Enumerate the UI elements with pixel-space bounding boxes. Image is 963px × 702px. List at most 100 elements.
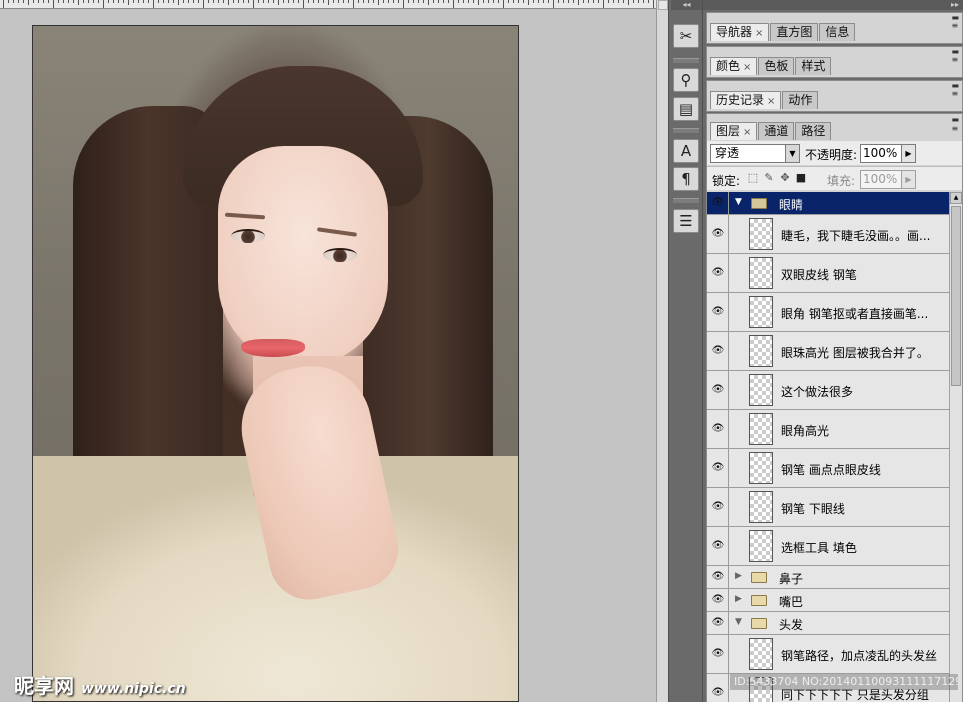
navigator-tab[interactable]: 直方图 [770, 23, 819, 41]
panel-menu-controls[interactable]: ▬ ≡ [951, 115, 959, 133]
canvas-vertical-scrollbar[interactable] [656, 0, 668, 702]
layer-thumbnail[interactable] [749, 638, 773, 670]
history-tab[interactable]: 历史记录 × [710, 91, 782, 109]
play-arrow-icon[interactable]: ▶ [901, 145, 915, 162]
visibility-eye-icon[interactable]: 👁 [707, 371, 729, 409]
fill-field[interactable]: 100% ▶ [860, 170, 916, 189]
navigator-tab[interactable]: 信息 [819, 23, 856, 41]
visibility-eye-icon[interactable]: 👁 [707, 635, 729, 673]
close-icon[interactable]: × [743, 127, 751, 138]
triangle-down-icon[interactable]: ▼ [735, 617, 742, 627]
visibility-eye-icon[interactable]: 👁 [707, 449, 729, 487]
layer-row[interactable]: 👁 眼角高光 [707, 410, 949, 449]
visibility-eye-icon[interactable]: 👁 [707, 589, 729, 611]
layer-row[interactable]: 👁 钢笔 下眼线 [707, 488, 949, 527]
layers-tab[interactable]: 通道 [758, 122, 795, 140]
navigator-tab[interactable]: 导航器 × [710, 23, 770, 41]
visibility-eye-icon[interactable]: 👁 [707, 332, 729, 370]
layers-scrollbar[interactable]: ▲ [949, 192, 962, 702]
triangle-right-icon[interactable]: ▶ [735, 594, 742, 604]
opacity-field[interactable]: 100% ▶ [860, 144, 916, 163]
layer-group-row[interactable]: 👁 ▶ 嘴巴 [707, 589, 949, 612]
ruler-tick [158, 0, 159, 3]
layer-row[interactable]: 👁 眼珠高光 图层被我合并了。 [707, 332, 949, 371]
layer-thumbnail[interactable] [749, 491, 773, 523]
artwork-eye-left [231, 229, 265, 243]
strip-collapse-grip[interactable]: ◂◂ [671, 0, 702, 10]
layer-comps-icon[interactable]: ☰ [673, 209, 699, 233]
clone-stamp-icon[interactable]: ⚲ [673, 68, 699, 92]
layer-name: 钢笔路径，加点凌乱的头发丝 [781, 649, 938, 663]
character-icon[interactable]: A [673, 139, 699, 163]
layer-thumbnail[interactable] [749, 218, 773, 250]
scroll-up-button[interactable]: ▲ [950, 192, 962, 204]
blend-mode-select[interactable]: 穿透 ▼ [710, 144, 800, 163]
ruler-tick [58, 0, 59, 3]
visibility-eye-icon[interactable]: 👁 [707, 612, 729, 634]
tool-presets-icon[interactable]: ▤ [673, 97, 699, 121]
color-tab[interactable]: 样式 [795, 57, 832, 75]
visibility-eye-icon[interactable]: 👁 [707, 674, 729, 702]
paragraph-icon[interactable]: ¶ [673, 167, 699, 191]
layer-row[interactable]: 👁 钢笔 画点点眼皮线 [707, 449, 949, 488]
panel-menu-controls[interactable]: ▬ ≡ [951, 82, 959, 98]
visibility-eye-icon[interactable]: 👁 [707, 192, 729, 214]
layer-thumbnail[interactable] [749, 413, 773, 445]
visibility-eye-icon[interactable]: 👁 [707, 410, 729, 448]
layer-thumbnail[interactable] [749, 530, 773, 562]
layer-row[interactable]: 👁 这个做法很多 [707, 371, 949, 410]
artwork-canvas[interactable] [32, 25, 519, 702]
layer-group-name: 头发 [779, 618, 804, 632]
panel-menu-controls[interactable]: ▬ ≡ [951, 14, 959, 30]
layer-row[interactable]: 👁 选框工具 填色 [707, 527, 949, 566]
brush-tools-icon[interactable]: ✂ [673, 24, 699, 48]
color-tab[interactable]: 颜色 × [710, 57, 758, 75]
dock-collapse-bar[interactable]: ▸▸ [703, 0, 963, 10]
scroll-thumb[interactable] [951, 206, 961, 386]
ruler-tick [468, 0, 469, 3]
lock-all-icon[interactable]: ■ [795, 172, 807, 184]
lock-position-icon[interactable]: ✥ [779, 172, 791, 184]
ruler-tick [588, 0, 589, 3]
visibility-eye-icon[interactable]: 👁 [707, 254, 729, 292]
layer-group-row[interactable]: 👁 ▼ 眼睛 [707, 192, 949, 215]
close-icon[interactable]: × [743, 62, 751, 73]
ruler-tick [198, 0, 199, 3]
visibility-eye-icon[interactable]: 👁 [707, 566, 729, 588]
close-icon[interactable]: × [767, 96, 775, 107]
layer-row[interactable]: 👁 眼角 钢笔抠或者直接画笔... [707, 293, 949, 332]
layer-list[interactable]: 👁 ▼ 眼睛 👁 睫毛，我下睫毛没画。。画... 👁 双眼皮线 钢笔 👁 眼角 钢笔抠或者直接画… [707, 192, 949, 702]
scroll-up-button[interactable] [658, 0, 668, 10]
triangle-right-icon[interactable]: ▶ [735, 571, 742, 581]
layers-tab[interactable]: 路径 [795, 122, 832, 140]
color-tab[interactable]: 色板 [758, 57, 795, 75]
visibility-eye-icon[interactable]: 👁 [707, 215, 729, 253]
document-canvas-area[interactable]: 昵享网 www.nipic.cn [0, 0, 668, 702]
ruler-tick [398, 0, 399, 3]
layer-thumbnail[interactable] [749, 374, 773, 406]
layer-thumbnail[interactable] [749, 335, 773, 367]
layer-thumbnail[interactable] [749, 452, 773, 484]
history-tab[interactable]: 动作 [782, 91, 819, 109]
layer-row[interactable]: 👁 钢笔路径，加点凌乱的头发丝 [707, 635, 949, 674]
panel-menu-controls[interactable]: ▬ ≡ [951, 48, 959, 64]
close-icon[interactable]: × [755, 28, 763, 39]
ruler-tick [228, 0, 229, 5]
lock-pixels-icon[interactable]: ✎ [763, 172, 775, 184]
visibility-eye-icon[interactable]: 👁 [707, 488, 729, 526]
horizontal-ruler[interactable] [0, 0, 656, 9]
lock-transparency-icon[interactable]: ⬚ [747, 172, 759, 184]
layer-thumbnail[interactable] [749, 296, 773, 328]
layers-tab[interactable]: 图层 × [710, 122, 758, 140]
play-arrow-icon[interactable]: ▶ [901, 171, 915, 188]
layer-thumbnail[interactable] [749, 257, 773, 289]
triangle-down-icon[interactable]: ▼ [735, 197, 742, 207]
layer-group-row[interactable]: 👁 ▶ 鼻子 [707, 566, 949, 589]
visibility-eye-icon[interactable]: 👁 [707, 527, 729, 565]
visibility-eye-icon[interactable]: 👁 [707, 293, 729, 331]
ruler-tick [333, 0, 334, 3]
layer-row[interactable]: 👁 睫毛，我下睫毛没画。。画... [707, 215, 949, 254]
layer-group-row[interactable]: 👁 ▼ 头发 [707, 612, 949, 635]
chevron-down-icon[interactable]: ▼ [785, 145, 799, 162]
layer-row[interactable]: 👁 双眼皮线 钢笔 [707, 254, 949, 293]
